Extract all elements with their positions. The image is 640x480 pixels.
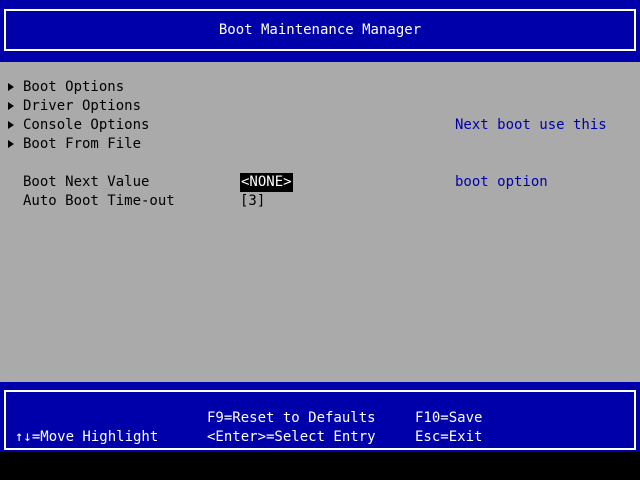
header-bar: Boot Maintenance Manager	[0, 0, 640, 62]
footer-frame: F9=Reset to Defaults F10=Save ↑↓=Move Hi…	[4, 390, 636, 450]
triangle-right-icon	[8, 102, 14, 110]
bottom-strip	[0, 452, 640, 480]
move-highlight-hint: ↑↓=Move Highlight	[15, 429, 159, 445]
save-hint: F10=Save	[415, 410, 483, 426]
menu-item-label: Driver Options	[23, 98, 142, 114]
menu-item-boot-options[interactable]: Boot Options	[8, 78, 228, 97]
auto-boot-timeout-label: Auto Boot Time-out	[23, 193, 175, 209]
header-frame: Boot Maintenance Manager	[4, 9, 636, 51]
help-line-1: Next boot use this	[455, 117, 607, 133]
boot-next-label: Boot Next Value	[23, 174, 150, 190]
menu-item-boot-from-file[interactable]: Boot From File	[8, 135, 228, 154]
boot-next-value[interactable]: <NONE>	[240, 173, 293, 192]
bios-screen: Boot Maintenance Manager Boot Options Dr…	[0, 0, 640, 480]
menu-item-label: Boot From File	[23, 136, 142, 152]
menu-item-label: Console Options	[23, 117, 150, 133]
auto-boot-timeout-value[interactable]: [3]	[240, 192, 265, 211]
reset-defaults-hint: F9=Reset to Defaults	[207, 410, 376, 426]
menu-item-driver-options[interactable]: Driver Options	[8, 97, 228, 116]
footer-bar: F9=Reset to Defaults F10=Save ↑↓=Move Hi…	[0, 382, 640, 452]
triangle-right-icon	[8, 140, 14, 148]
main-panel: Boot Options Driver Options Console Opti…	[0, 62, 640, 382]
triangle-right-icon	[8, 83, 14, 91]
select-entry-hint: <Enter>=Select Entry	[207, 429, 376, 445]
page-title: Boot Maintenance Manager	[218, 21, 422, 38]
help-text: Next boot use this boot option	[455, 78, 635, 230]
help-line-2: boot option	[455, 174, 548, 190]
menu-item-console-options[interactable]: Console Options	[8, 116, 228, 135]
menu-item-label: Boot Options	[23, 79, 125, 95]
triangle-right-icon	[8, 121, 14, 129]
exit-hint: Esc=Exit	[415, 429, 483, 445]
